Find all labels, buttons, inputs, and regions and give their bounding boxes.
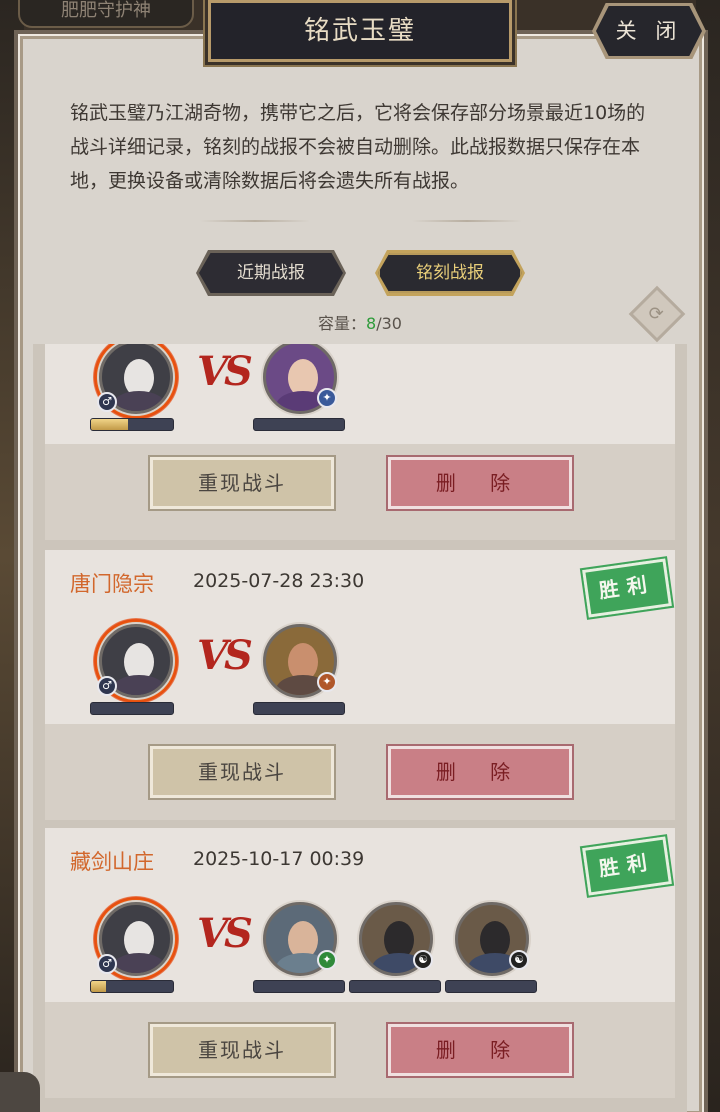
vs-label: VS — [197, 910, 253, 957]
guardian-tab[interactable]: 肥肥守护神 — [18, 0, 194, 28]
opponent-hp-bar — [253, 980, 345, 993]
victory-stamp: 胜利 — [579, 833, 675, 899]
tab-recent[interactable]: 近期战报 — [199, 253, 343, 293]
yin-yang-icon: ☯ — [509, 950, 529, 970]
bottom-left-tab[interactable] — [0, 1072, 40, 1112]
weapon-badge-icon: ✦ — [317, 950, 337, 970]
battle-datetime: 2025-10-17 00:39 — [193, 848, 365, 870]
player-hp-bar — [90, 980, 174, 993]
gender-male-icon: ♂ — [97, 676, 117, 696]
delete-button[interactable]: 删 除 — [386, 455, 574, 511]
delete-button[interactable]: 删 除 — [386, 1022, 574, 1078]
vs-label: VS — [197, 632, 253, 679]
battle-record-card: ♂ VS ✦ 重现战斗 删 除 — [45, 344, 675, 540]
player-hp-fill — [91, 419, 128, 430]
player-hp-fill — [91, 981, 106, 992]
card-actions — [45, 1002, 675, 1098]
divider-left — [200, 220, 310, 222]
battle-record-card: 藏剑山庄 2025-10-17 00:39 胜利 ♂ VS ✦ ☯ ☯ 重现战斗… — [45, 828, 675, 1098]
replay-button[interactable]: 重现战斗 — [148, 1022, 336, 1078]
battle-datetime: 2025-07-28 23:30 — [193, 570, 365, 592]
battle-record-card: 唐门隐宗 2025-07-28 23:30 胜利 ♂ VS ✦ 重现战斗 删 除 — [45, 550, 675, 820]
faction-name: 藏剑山庄 — [70, 850, 154, 874]
dialog-title: 铭武玉璧 — [208, 0, 512, 62]
delete-button[interactable]: 删 除 — [386, 744, 574, 800]
player-hp-bar — [90, 418, 174, 431]
opponent-hp-bar — [349, 980, 441, 993]
battle-record-list[interactable]: ♂ VS ✦ 重现战斗 删 除 唐门隐宗 2025-07-28 23:30 胜利… — [33, 344, 687, 1112]
close-button[interactable]: 关 闭 — [596, 6, 702, 56]
opponent-hp-bar — [253, 702, 345, 715]
capacity-label: 容量： — [318, 314, 367, 333]
card-actions — [45, 444, 675, 540]
weapon-badge-icon: ✦ — [317, 672, 337, 692]
faction-name: 唐门隐宗 — [70, 572, 154, 596]
capacity-current: 8 — [366, 314, 377, 333]
card-actions — [45, 724, 675, 820]
tab-engraved[interactable]: 铭刻战报 — [378, 253, 522, 293]
capacity-indicator: 容量：8/30 — [0, 310, 720, 334]
replay-button[interactable]: 重现战斗 — [148, 455, 336, 511]
opponent-hp-bar — [445, 980, 537, 993]
victory-stamp: 胜利 — [579, 555, 675, 621]
replay-button[interactable]: 重现战斗 — [148, 744, 336, 800]
weapon-badge-icon: ✦ — [317, 388, 337, 408]
gender-male-icon: ♂ — [97, 392, 117, 412]
divider-right — [412, 220, 522, 222]
player-hp-bar — [90, 702, 174, 715]
yin-yang-icon: ☯ — [413, 950, 433, 970]
description-text: 铭武玉璧乃江湖奇物，携带它之后，它将会保存部分场景最近10场的战斗详细记录，铭刻… — [70, 102, 646, 192]
capacity-max: /30 — [376, 314, 402, 333]
gender-male-icon: ♂ — [97, 954, 117, 974]
opponent-hp-bar — [253, 418, 345, 431]
vs-label: VS — [197, 348, 253, 395]
